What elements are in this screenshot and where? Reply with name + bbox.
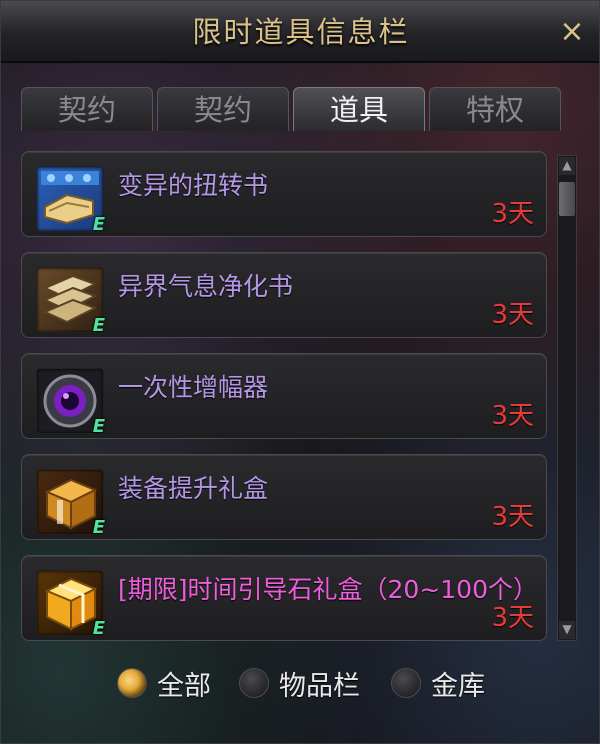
radio-button-icon[interactable] <box>117 668 147 698</box>
item-duration: 3天 <box>491 401 534 431</box>
grade-badge: E <box>92 618 105 639</box>
list-item[interactable]: E 装备提升礼盒 3天 <box>21 454 547 540</box>
storage-filter-group: 全部 物品栏 金库 <box>117 663 537 703</box>
title-bar[interactable]: 限时道具信息栏 × <box>1 1 599 63</box>
gift-box-icon: E <box>36 469 105 538</box>
grade-badge: E <box>92 214 105 235</box>
item-name: [期限]时间引导石礼盒（20~100个） <box>118 575 538 604</box>
golden-gift-box-icon: E <box>36 570 105 639</box>
scroll-book-icon: E <box>36 166 105 235</box>
scroll-down-arrow-icon[interactable]: ▼ <box>559 621 575 639</box>
item-list-scrollbar[interactable]: ▲ ▼ <box>557 155 577 641</box>
grade-badge: E <box>92 416 105 437</box>
item-duration: 3天 <box>491 603 534 633</box>
tab-bar: 契约 契约 道具 特权 <box>21 87 561 131</box>
list-item[interactable]: E 一次性增幅器 3天 <box>21 353 547 439</box>
filter-vault-radio[interactable]: 金库 <box>391 663 485 703</box>
window-title: 限时道具信息栏 <box>192 15 410 49</box>
item-name: 装备提升礼盒 <box>118 474 269 503</box>
tab-privilege[interactable]: 特权 <box>429 87 561 131</box>
filter-all-radio[interactable]: 全部 <box>117 663 211 703</box>
tab-items[interactable]: 道具 <box>293 87 425 131</box>
radio-button-icon[interactable] <box>391 668 421 698</box>
close-button[interactable]: × <box>555 15 589 49</box>
filter-inventory-radio[interactable]: 物品栏 <box>239 663 360 703</box>
item-list: E 变异的扭转书 3天 E 异界气息净化书 3天 E 一次性增幅器 3天 E 装… <box>21 151 551 645</box>
item-duration: 3天 <box>491 300 534 330</box>
item-name: 异界气息净化书 <box>118 272 294 301</box>
item-name: 一次性增幅器 <box>118 373 269 402</box>
filter-label: 金库 <box>431 670 485 702</box>
purification-book-icon: E <box>36 267 105 336</box>
filter-label: 全部 <box>157 670 211 702</box>
grade-badge: E <box>92 315 105 336</box>
tab-contract-1[interactable]: 契约 <box>21 87 153 131</box>
filter-label: 物品栏 <box>279 670 360 702</box>
list-item[interactable]: E 异界气息净化书 3天 <box>21 252 547 338</box>
item-duration: 3天 <box>491 502 534 532</box>
grade-badge: E <box>92 517 105 538</box>
limited-items-window: 限时道具信息栏 × 契约 契约 道具 特权 E 变异的扭转书 3天 E 异界气息… <box>0 0 600 744</box>
item-name: 变异的扭转书 <box>118 171 269 200</box>
amplifier-orb-icon: E <box>36 368 105 437</box>
scroll-thumb[interactable] <box>559 182 575 216</box>
radio-button-icon[interactable] <box>239 668 269 698</box>
list-item[interactable]: E [期限]时间引导石礼盒（20~100个） 3天 <box>21 555 547 641</box>
tab-contract-2[interactable]: 契约 <box>157 87 289 131</box>
scroll-up-arrow-icon[interactable]: ▲ <box>559 157 575 175</box>
list-item[interactable]: E 变异的扭转书 3天 <box>21 151 547 237</box>
item-duration: 3天 <box>491 199 534 229</box>
